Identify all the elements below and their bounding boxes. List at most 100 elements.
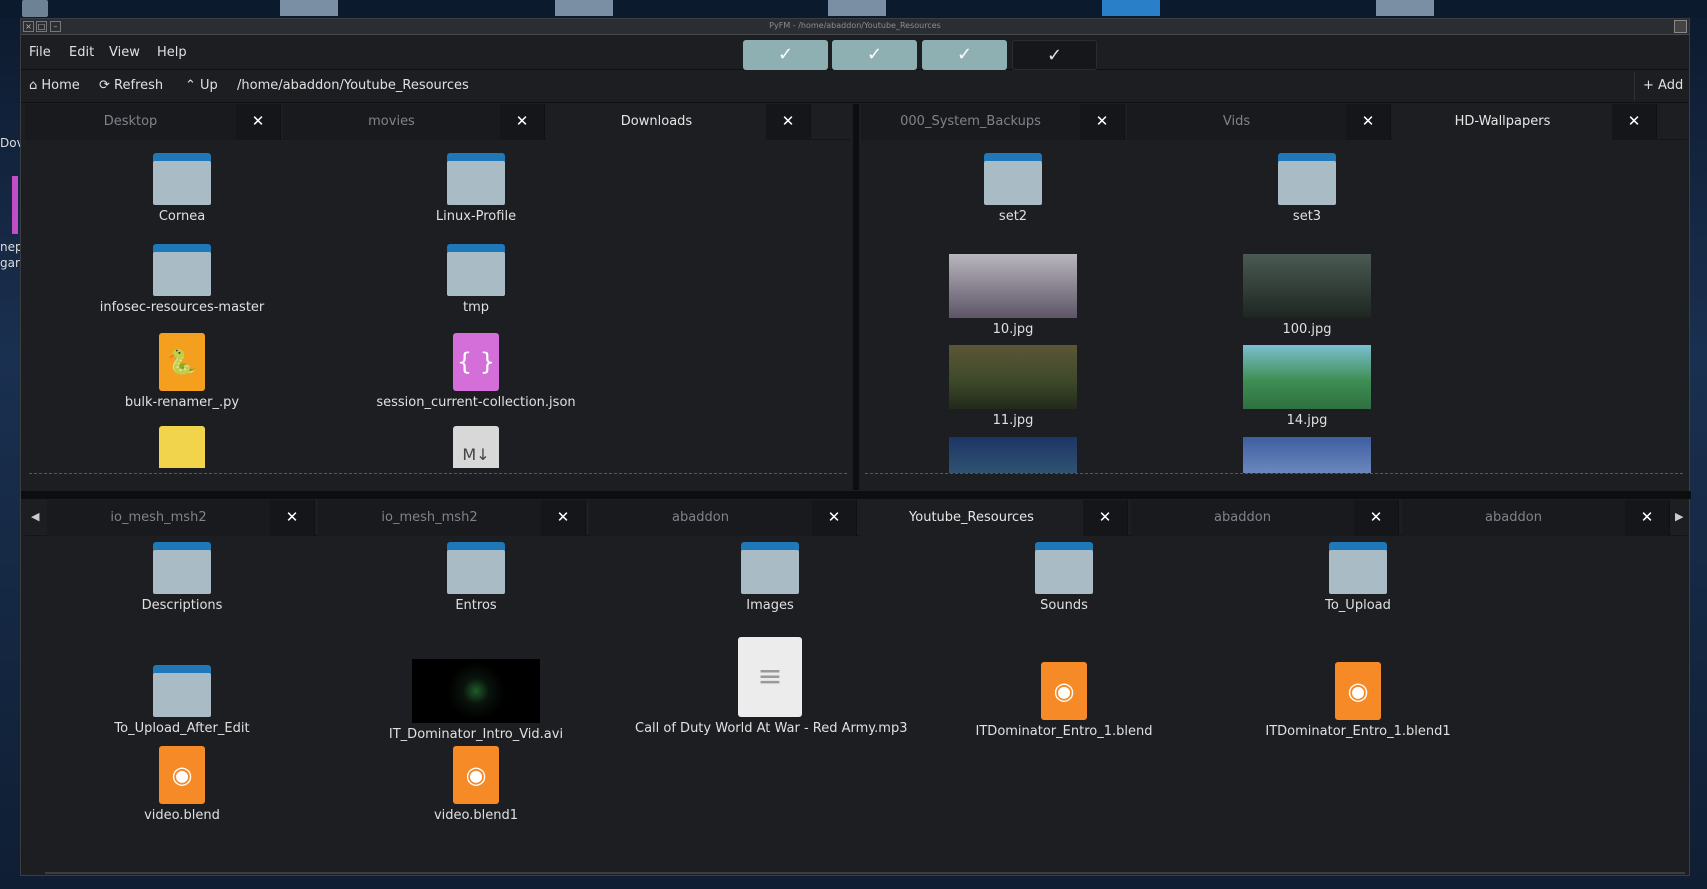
file-pane-top-left: Desktop ✕ movies ✕ Downloads ✕ Cornea Li… <box>25 104 851 490</box>
file-item[interactable] <box>47 426 317 468</box>
tab-abaddon[interactable]: abaddon ✕ <box>1131 500 1399 536</box>
tab-hd-wallpapers[interactable]: HD-Wallpapers ✕ <box>1393 104 1657 140</box>
image-item[interactable] <box>878 437 1148 473</box>
check-button[interactable]: ✓ <box>832 40 917 70</box>
close-icon[interactable]: ✕ <box>1083 500 1127 536</box>
close-icon[interactable]: ✕ <box>236 104 280 140</box>
image-thumbnail <box>1243 437 1371 473</box>
blender-file-icon: ◉ <box>453 746 499 804</box>
menu-view[interactable]: View <box>109 45 140 60</box>
image-thumbnail <box>1243 345 1371 409</box>
tab-io-mesh-msh2[interactable]: io_mesh_msh2 ✕ <box>47 500 315 536</box>
check-button[interactable]: ✓ <box>743 40 828 70</box>
folder-item[interactable]: set3 <box>1172 153 1442 224</box>
tab-youtube-resources[interactable]: Youtube_Resources ✕ <box>860 500 1128 536</box>
file-item[interactable]: ◉ ITDominator_Entro_1.blend1 <box>1223 662 1493 739</box>
pane-splitter[interactable] <box>853 104 859 490</box>
folder-item[interactable]: tmp <box>341 244 611 315</box>
close-icon[interactable]: ✕ <box>1612 104 1656 140</box>
folder-item[interactable]: Linux-Profile <box>341 153 611 224</box>
file-grid: Cornea Linux-Profile infosec-resources-m… <box>25 141 851 490</box>
folder-item[interactable]: set2 <box>878 153 1148 224</box>
tab-desktop[interactable]: Desktop ✕ <box>25 104 281 140</box>
folder-icon <box>153 153 211 205</box>
file-grid: Descriptions Entros Images Sounds To_Upl… <box>25 537 1687 870</box>
folder-item[interactable]: Sounds <box>929 542 1199 613</box>
taskbar-window-thumb[interactable] <box>1376 0 1434 16</box>
video-item[interactable]: IT_Dominator_Intro_Vid.avi <box>341 659 611 742</box>
close-icon[interactable]: ✕ <box>1080 104 1124 140</box>
taskbar <box>0 0 1707 18</box>
tab-scroll-right-icon[interactable]: ▶ <box>1675 510 1683 523</box>
check-button-active[interactable]: ✓ <box>1012 40 1097 70</box>
close-icon[interactable]: ✕ <box>541 500 585 536</box>
window-titlebar[interactable]: × □ – PyFM - /home/abaddon/Youtube_Resou… <box>21 19 1689 35</box>
check-button[interactable]: ✓ <box>922 40 1007 70</box>
image-item[interactable]: 10.jpg <box>878 254 1148 337</box>
image-item[interactable] <box>1172 437 1442 473</box>
file-item[interactable]: 🐍 bulk-renamer_.py <box>47 333 317 410</box>
folder-item[interactable]: Entros <box>341 542 611 613</box>
pane-splitter-horizontal[interactable] <box>21 491 1691 499</box>
horizontal-scrollbar[interactable] <box>45 872 1685 874</box>
close-icon[interactable]: ✕ <box>1354 500 1398 536</box>
file-item[interactable]: ◉ video.blend <box>47 746 317 823</box>
refresh-label: Refresh <box>114 78 164 93</box>
item-label: Call of Duty World At War - Red Army.mp3 <box>635 721 908 736</box>
folder-item[interactable]: Cornea <box>47 153 317 224</box>
menu-help[interactable]: Help <box>157 45 187 60</box>
refresh-button[interactable]: ⟳ Refresh <box>99 78 163 93</box>
tab-vids[interactable]: Vids ✕ <box>1127 104 1391 140</box>
add-button[interactable]: + Add <box>1634 72 1684 100</box>
folder-item[interactable]: Descriptions <box>47 542 317 613</box>
item-label: ITDominator_Entro_1.blend <box>975 724 1153 739</box>
desktop-file-icon[interactable] <box>12 176 18 234</box>
home-button[interactable]: ⌂ Home <box>29 78 80 93</box>
tab-scroll-left-icon[interactable]: ◀ <box>31 510 39 523</box>
taskbar-window-thumb[interactable] <box>280 0 338 16</box>
close-icon[interactable]: ✕ <box>812 500 856 536</box>
file-item[interactable]: M↓ <box>341 426 611 468</box>
menubar: File Edit View Help ✓ ✓ ✓ ✓ <box>21 36 1689 70</box>
tab-label: Downloads <box>620 114 693 129</box>
up-button[interactable]: ⌃ Up <box>185 78 218 93</box>
file-item[interactable]: ◉ video.blend1 <box>341 746 611 823</box>
file-pane-top-right: 000_System_Backups ✕ Vids ✕ HD-Wallpaper… <box>861 104 1687 490</box>
close-icon[interactable]: ✕ <box>1346 104 1390 140</box>
close-icon[interactable]: ✕ <box>766 104 810 140</box>
tab-abaddon[interactable]: abaddon ✕ <box>589 500 857 536</box>
taskbar-window-thumb[interactable] <box>828 0 886 16</box>
tab-movies[interactable]: movies ✕ <box>283 104 545 140</box>
menu-file[interactable]: File <box>29 45 51 60</box>
file-item[interactable]: { } session_current-collection.json <box>341 333 611 410</box>
tab-abaddon[interactable]: abaddon ✕ <box>1402 500 1670 536</box>
python-file-icon: 🐍 <box>159 333 205 391</box>
tab-io-mesh-msh2[interactable]: io_mesh_msh2 ✕ <box>318 500 586 536</box>
folder-item[interactable]: Images <box>635 542 905 613</box>
folder-icon <box>447 244 505 296</box>
tab-label: io_mesh_msh2 <box>381 510 478 525</box>
file-item[interactable]: ◉ ITDominator_Entro_1.blend <box>929 662 1199 739</box>
menu-edit[interactable]: Edit <box>69 45 94 60</box>
close-icon[interactable]: ✕ <box>500 104 544 140</box>
image-item[interactable]: 11.jpg <box>878 345 1148 428</box>
tab-downloads[interactable]: Downloads ✕ <box>547 104 811 140</box>
folder-item[interactable]: infosec-resources-master <box>47 244 317 315</box>
folder-item[interactable]: To_Upload_After_Edit <box>47 665 317 736</box>
item-label: ITDominator_Entro_1.blend1 <box>1265 724 1451 739</box>
image-item[interactable]: 14.jpg <box>1172 345 1442 428</box>
file-item[interactable]: ≡ Call of Duty World At War - Red Army.m… <box>635 637 908 736</box>
image-item[interactable]: 100.jpg <box>1172 254 1442 337</box>
folder-item[interactable]: To_Upload <box>1223 542 1493 613</box>
home-label: Home <box>41 78 80 93</box>
tab-system-backups[interactable]: 000_System_Backups ✕ <box>861 104 1125 140</box>
blender-file-icon: ◉ <box>1041 662 1087 720</box>
taskbar-window-thumb[interactable] <box>555 0 613 16</box>
close-icon[interactable]: ✕ <box>1625 500 1669 536</box>
folder-icon <box>1035 542 1093 594</box>
close-icon[interactable]: ✕ <box>270 500 314 536</box>
restore-window-icon[interactable] <box>1674 20 1687 33</box>
taskbar-window-thumb-active[interactable] <box>1102 0 1160 16</box>
home-icon[interactable] <box>22 0 48 17</box>
path-input[interactable]: /home/abaddon/Youtube_Resources <box>235 75 1655 99</box>
